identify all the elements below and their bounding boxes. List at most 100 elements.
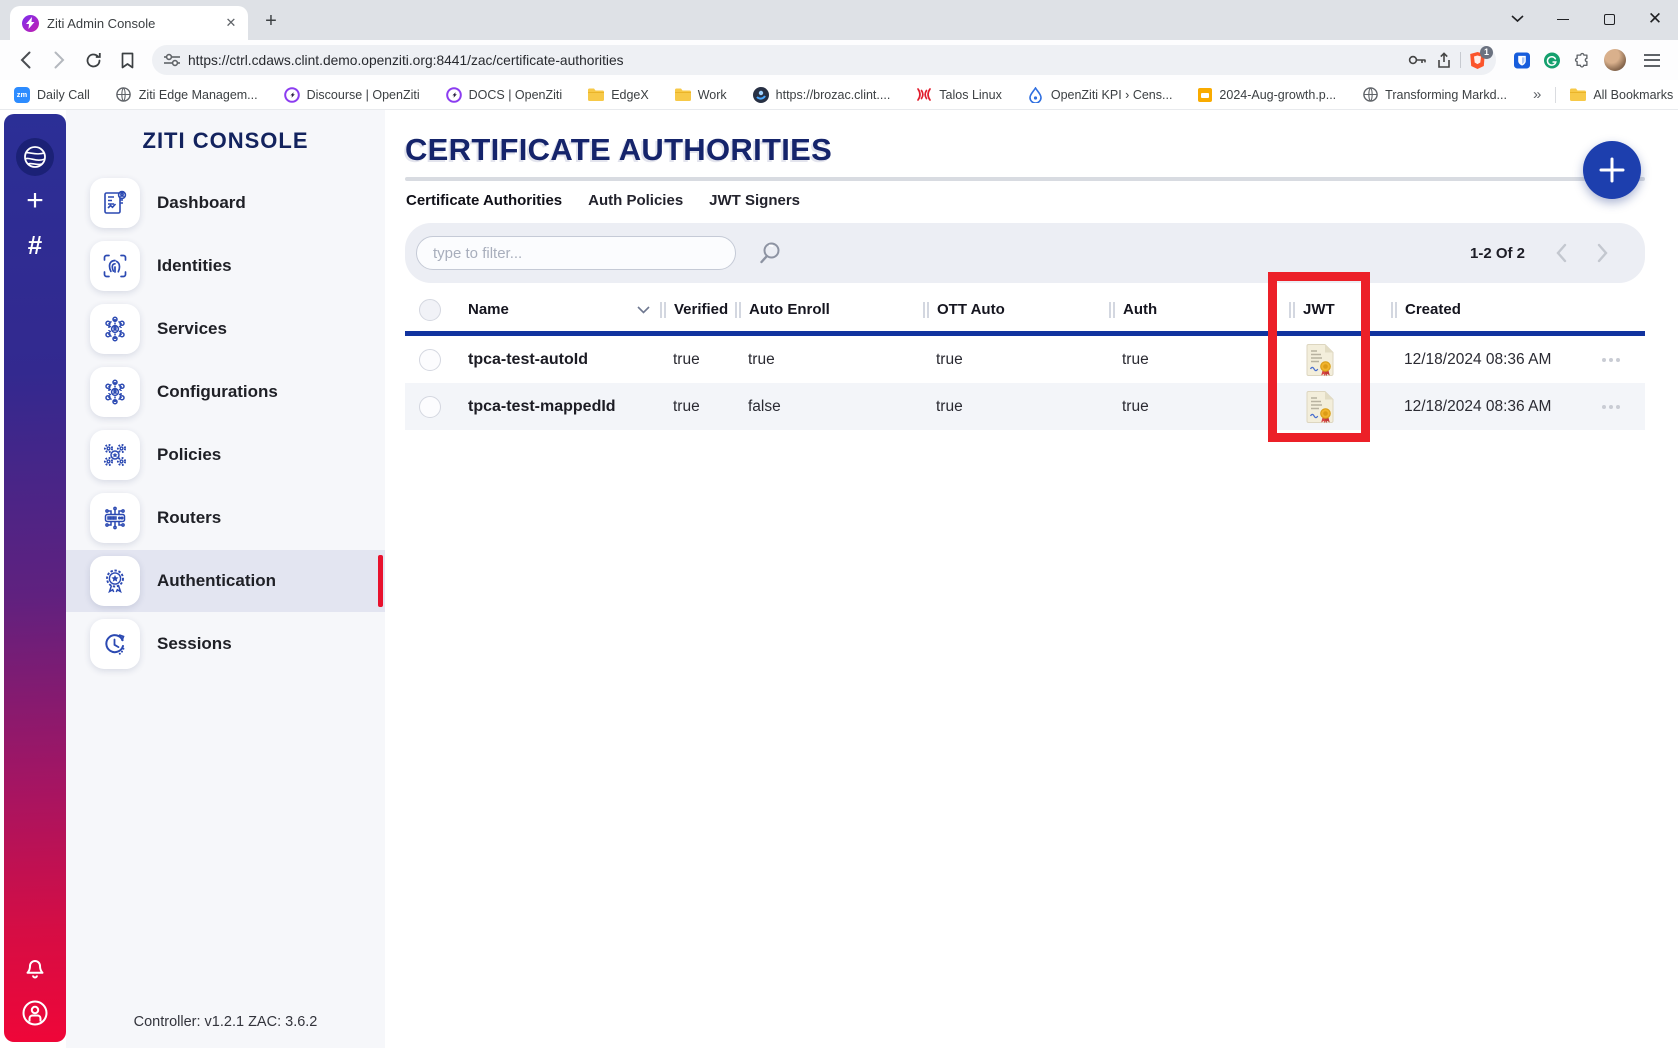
ca-name[interactable]: tpca-test-autoId [455,351,660,369]
bookmark-talos[interactable]: Talos Linux [916,87,1002,103]
bookmark-brozac[interactable]: https://brozac.clint.... [753,87,891,103]
ott-auto-value: true [923,398,1109,416]
profile-avatar[interactable] [1604,49,1626,71]
column-verified[interactable]: Verified [660,301,735,318]
sidebar-item-authentication[interactable]: Authentication [66,550,385,612]
filter-input[interactable] [416,236,736,270]
sidebar-item-label: Configurations [157,382,278,402]
row-checkbox[interactable] [419,396,441,418]
tab-jwt-signers[interactable]: JWT Signers [709,192,800,209]
sidebar-item-configurations[interactable]: Configurations [66,361,385,423]
brave-shield-icon[interactable]: 1 [1469,51,1486,70]
openziti-ring-icon [284,87,300,103]
bookmark-docs[interactable]: DOCS | OpenZiti [446,87,563,103]
rail-add-icon[interactable]: + [4,184,66,218]
created-value: 12/18/2024 08:36 AM [1391,351,1596,369]
address-bar[interactable]: https://ctrl.cdaws.clint.demo.openziti.o… [152,45,1496,75]
tab-auth-policies[interactable]: Auth Policies [588,192,683,209]
browser-menu-icon[interactable] [1640,54,1660,67]
pagination-label: 1-2 Of 2 [1470,245,1525,262]
password-key-icon[interactable] [1408,54,1428,66]
badge-icon [90,556,140,606]
bookmark-edgex-folder[interactable]: EdgeX [588,87,649,103]
talos-icon [916,87,932,103]
add-certificate-authority-button[interactable] [1583,141,1641,199]
jwt-cell[interactable] [1289,343,1391,377]
sidebar-item-dashboard[interactable]: Dashboard [66,172,385,234]
all-bookmarks-button[interactable]: All Bookmarks [1570,87,1673,103]
sidebar-item-routers[interactable]: Routers [66,487,385,549]
auto-enroll-value: true [735,351,923,369]
ziti-console-app: + # ZITI CONSOLE Dashboard Identities [0,110,1678,1048]
browser-tab[interactable]: Ziti Admin Console ✕ [10,6,248,40]
share-icon[interactable] [1436,52,1452,69]
bookmark-aug-growth[interactable]: 2024-Aug-growth.p... [1198,88,1336,102]
row-actions-icon[interactable] [1596,358,1645,362]
grammarly-extension-icon[interactable] [1544,52,1560,68]
reload-icon[interactable] [78,45,108,75]
tab-search-chevron-icon[interactable] [1494,0,1540,38]
bitwarden-extension-icon[interactable] [1514,52,1530,68]
forward-icon[interactable] [44,45,74,75]
slides-icon [1198,88,1212,102]
jwt-cell[interactable] [1289,390,1391,424]
version-info: Controller: v1.2.1 ZAC: 3.6.2 [66,1014,385,1030]
brozac-icon [753,87,769,103]
clock-icon [90,619,140,669]
auth-value: true [1109,398,1289,416]
ziti-logo-icon[interactable] [16,138,54,176]
fingerprint-icon [90,241,140,291]
bookmark-transforming[interactable]: Transforming Markd... [1362,87,1507,103]
page-prev-icon[interactable] [1555,243,1567,263]
tab-certificate-authorities[interactable]: Certificate Authorities [406,192,562,209]
column-ott-auto[interactable]: OTT Auto [923,301,1109,318]
table-row[interactable]: tpca-test-autoId true true true true 12/… [405,336,1645,383]
tab-title: Ziti Admin Console [47,16,222,31]
sort-chevron-icon[interactable] [637,306,650,314]
bookmark-icon[interactable] [112,45,142,75]
globe-icon [116,87,132,103]
url-text[interactable]: https://ctrl.cdaws.clint.demo.openziti.o… [188,53,1400,68]
sidebar-item-sessions[interactable]: Sessions [66,613,385,675]
column-jwt[interactable]: JWT [1289,301,1391,318]
openziti-ring-icon [446,87,462,103]
ca-name[interactable]: tpca-test-mappedId [455,398,660,416]
auth-value: true [1109,351,1289,369]
minimize-button[interactable] [1540,0,1586,38]
select-all-checkbox[interactable] [419,299,441,321]
profile-icon[interactable] [4,998,66,1028]
new-tab-button[interactable]: + [256,6,286,36]
folder-icon [675,87,691,103]
extensions-puzzle-icon[interactable] [1574,52,1590,68]
column-created[interactable]: Created [1391,301,1596,318]
back-icon[interactable] [10,45,40,75]
bookmark-openziti-kpi[interactable]: OpenZiti KPI › Cens... [1028,87,1173,103]
column-name[interactable]: Name [455,301,660,318]
bookmarks-overflow-icon[interactable]: » [1533,86,1541,103]
site-settings-icon[interactable] [164,53,180,67]
sidebar-item-label: Policies [157,445,221,465]
bookmark-ziti-edge[interactable]: Ziti Edge Managem... [116,87,258,103]
row-actions-icon[interactable] [1596,405,1645,409]
page-next-icon[interactable] [1597,243,1609,263]
notifications-bell-icon[interactable] [4,954,66,982]
search-icon[interactable] [757,240,783,271]
certificate-icon [1305,390,1335,424]
maximize-button[interactable] [1586,0,1632,38]
column-auth[interactable]: Auth [1109,301,1289,318]
table-row[interactable]: tpca-test-mappedId true false true true … [405,383,1645,430]
rail-hash-icon[interactable]: # [4,230,66,261]
sidebar-item-services[interactable]: Services [66,298,385,360]
sidebar-item-policies[interactable]: Policies [66,424,385,486]
dashboard-icon [90,178,140,228]
sidebar-item-identities[interactable]: Identities [66,235,385,297]
window-close-button[interactable]: ✕ [1632,0,1678,38]
column-auto-enroll[interactable]: Auto Enroll [735,301,923,318]
bookmark-daily-call[interactable]: zm Daily Call [14,87,90,103]
sidebar-item-label: Routers [157,508,221,528]
bookmark-discourse[interactable]: Discourse | OpenZiti [284,87,420,103]
tab-close-icon[interactable]: ✕ [222,14,240,32]
bookmark-work-folder[interactable]: Work [675,87,727,103]
row-checkbox[interactable] [419,349,441,371]
network-icon [90,304,140,354]
